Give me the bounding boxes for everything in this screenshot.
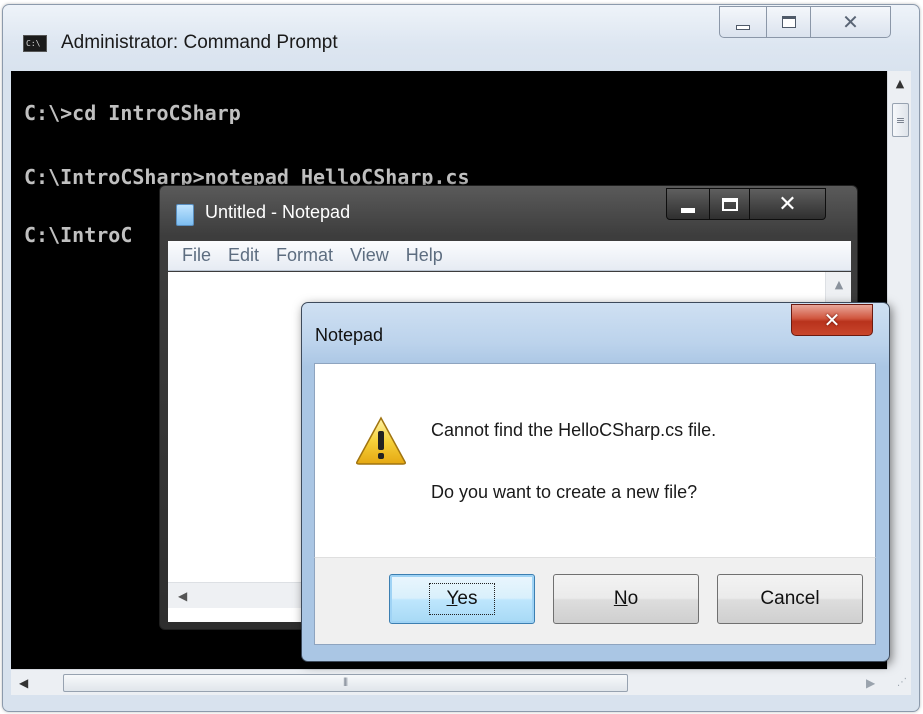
cancel-button[interactable]: Cancel — [717, 574, 863, 624]
scroll-left-arrow-icon[interactable]: ◀ — [178, 589, 187, 603]
scroll-left-arrow-icon[interactable]: ◀ — [19, 676, 28, 690]
menu-file[interactable]: File — [182, 245, 211, 266]
dialog-button-bar: Yes No Cancel — [314, 557, 876, 645]
cmd-vertical-scrollbar[interactable]: ▲ ≡ — [887, 71, 911, 669]
notepad-maximize-button[interactable] — [710, 188, 750, 220]
horizontal-scroll-thumb[interactable]: ⦀ — [63, 674, 628, 692]
notepad-menubar: File Edit Format View Help — [168, 241, 851, 271]
menu-format[interactable]: Format — [276, 245, 333, 266]
scroll-up-arrow-icon[interactable]: ▲ — [826, 278, 852, 291]
cancel-button-label: Cancel — [760, 588, 820, 609]
dialog-close-button[interactable]: ✕ — [791, 304, 873, 336]
vertical-scroll-thumb[interactable]: ≡ — [892, 103, 909, 137]
cmd-horizontal-scrollbar[interactable]: ◀ ⦀ ▶ — [11, 669, 887, 695]
menu-help[interactable]: Help — [406, 245, 443, 266]
minimize-icon — [736, 24, 750, 30]
cmd-close-button[interactable]: ✕ — [811, 6, 891, 38]
console-line: C:\IntroC — [24, 223, 133, 247]
maximize-icon — [721, 197, 738, 211]
no-button[interactable]: No — [553, 574, 699, 624]
dialog-title: Notepad — [315, 325, 384, 345]
close-icon: ✕ — [842, 10, 859, 34]
resize-grip-icon[interactable]: ⋰ — [887, 669, 911, 695]
cmd-window-title: Administrator: Command Prompt — [61, 32, 338, 53]
scroll-up-arrow-icon[interactable]: ▲ — [888, 77, 912, 90]
yes-button[interactable]: Yes — [389, 574, 535, 624]
dialog-message-line2: Do you want to create a new file? — [431, 482, 698, 502]
minimize-icon — [681, 207, 695, 213]
scroll-right-arrow-icon[interactable]: ▶ — [866, 676, 875, 690]
notepad-message-dialog: Notepad ✕ Cannot find the HelloCSharp.cs… — [301, 302, 890, 662]
cmd-maximize-button[interactable] — [767, 6, 811, 38]
dialog-message-line1: Cannot find the HelloCSharp.cs file. — [431, 420, 717, 440]
no-button-label: No — [613, 588, 639, 609]
warning-icon — [356, 416, 406, 465]
menu-view[interactable]: View — [350, 245, 389, 266]
dialog-body: Cannot find the HelloCSharp.cs file. Do … — [314, 363, 876, 557]
notepad-close-button[interactable]: ✕ — [750, 188, 826, 220]
cmd-minimize-button[interactable] — [719, 6, 767, 38]
cmd-caption-buttons: ✕ — [719, 6, 915, 40]
maximize-icon — [781, 16, 796, 28]
notepad-window-title: Untitled - Notepad — [205, 202, 351, 222]
close-icon: ✕ — [778, 191, 797, 217]
notepad-caption-buttons: ✕ — [666, 188, 826, 220]
yes-button-label: Yes — [429, 583, 495, 615]
close-icon: ✕ — [823, 308, 841, 332]
menu-edit[interactable]: Edit — [228, 245, 259, 266]
cmd-app-icon[interactable]: C:\ — [23, 35, 47, 52]
notepad-minimize-button[interactable] — [666, 188, 710, 220]
notepad-app-icon[interactable] — [176, 204, 194, 226]
console-line: C:\>cd IntroCSharp — [24, 101, 241, 125]
